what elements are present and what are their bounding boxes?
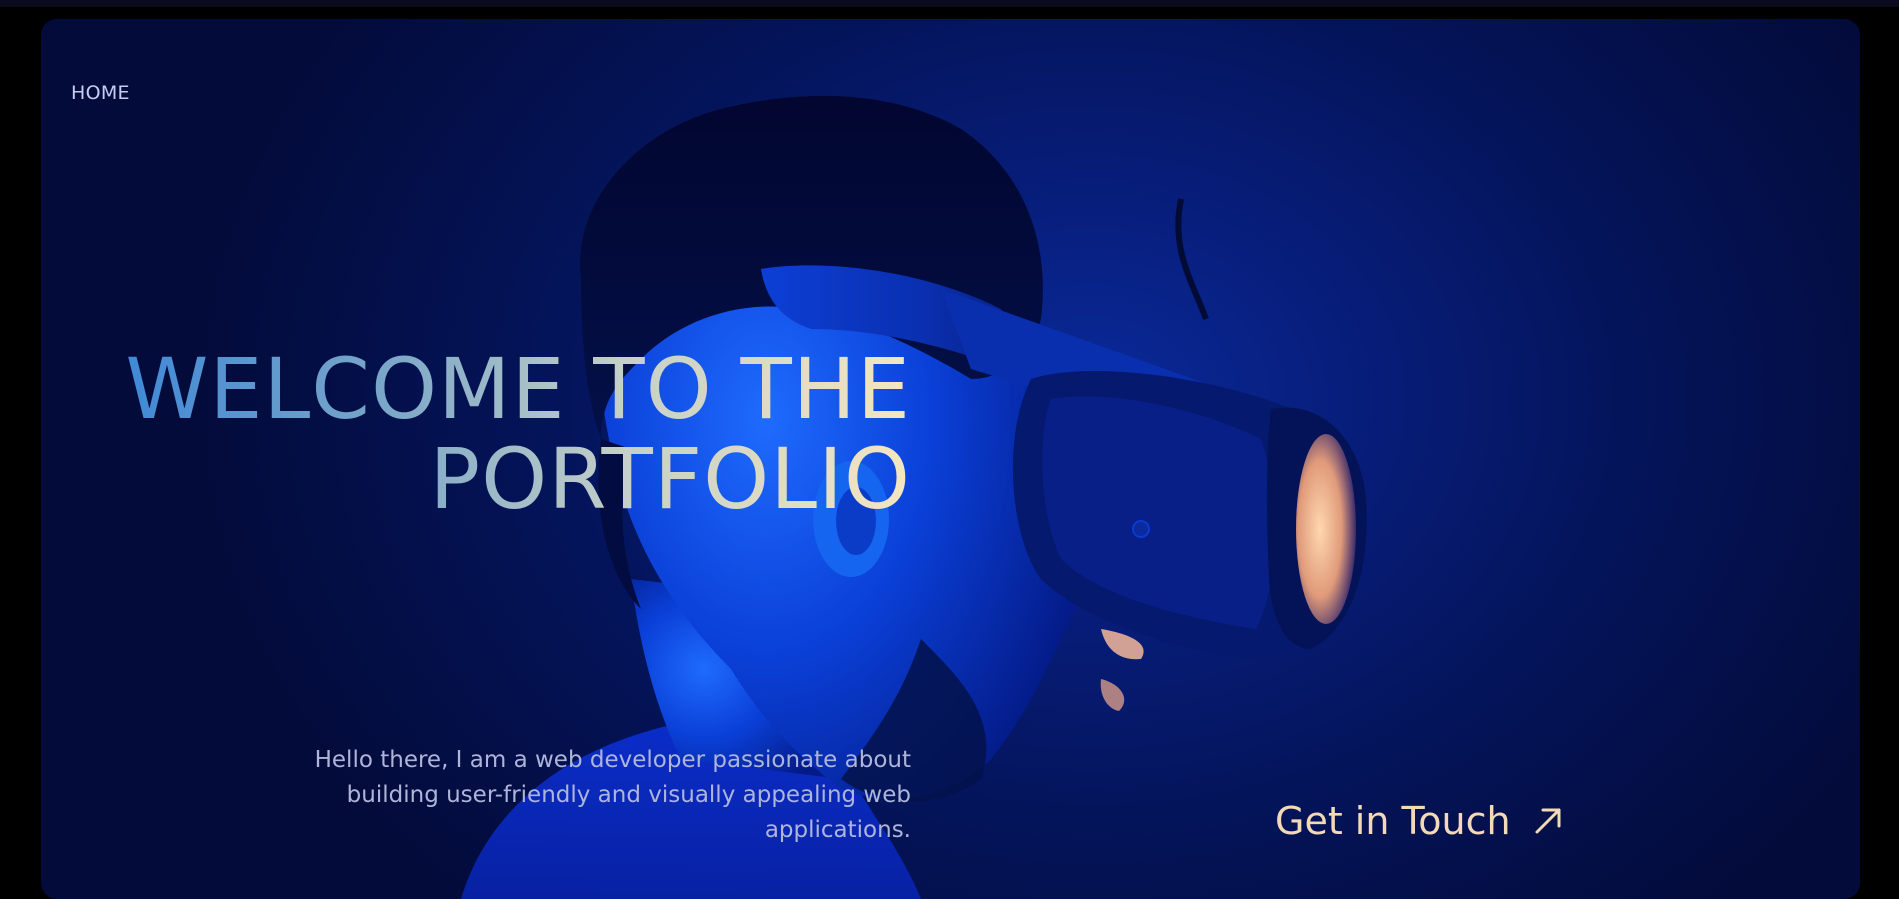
hero-headline: WELCOME TO THE PORTFOLIO [101, 344, 911, 524]
hero-intro-text: Hello there, I am a web developer passio… [314, 747, 911, 843]
hero-section: HOME WELCOME TO THE PORTFOLIO Hello ther… [41, 19, 1860, 899]
nav-home-link[interactable]: HOME [71, 82, 130, 104]
get-in-touch-label: Get in Touch [1275, 799, 1511, 843]
headline-line-2: PORTFOLIO [429, 430, 911, 528]
top-strip [0, 0, 1899, 7]
get-in-touch-button[interactable]: Get in Touch [1275, 799, 1565, 843]
headline-line-1: WELCOME TO THE [125, 340, 911, 438]
arrow-up-right-icon [1535, 808, 1561, 834]
